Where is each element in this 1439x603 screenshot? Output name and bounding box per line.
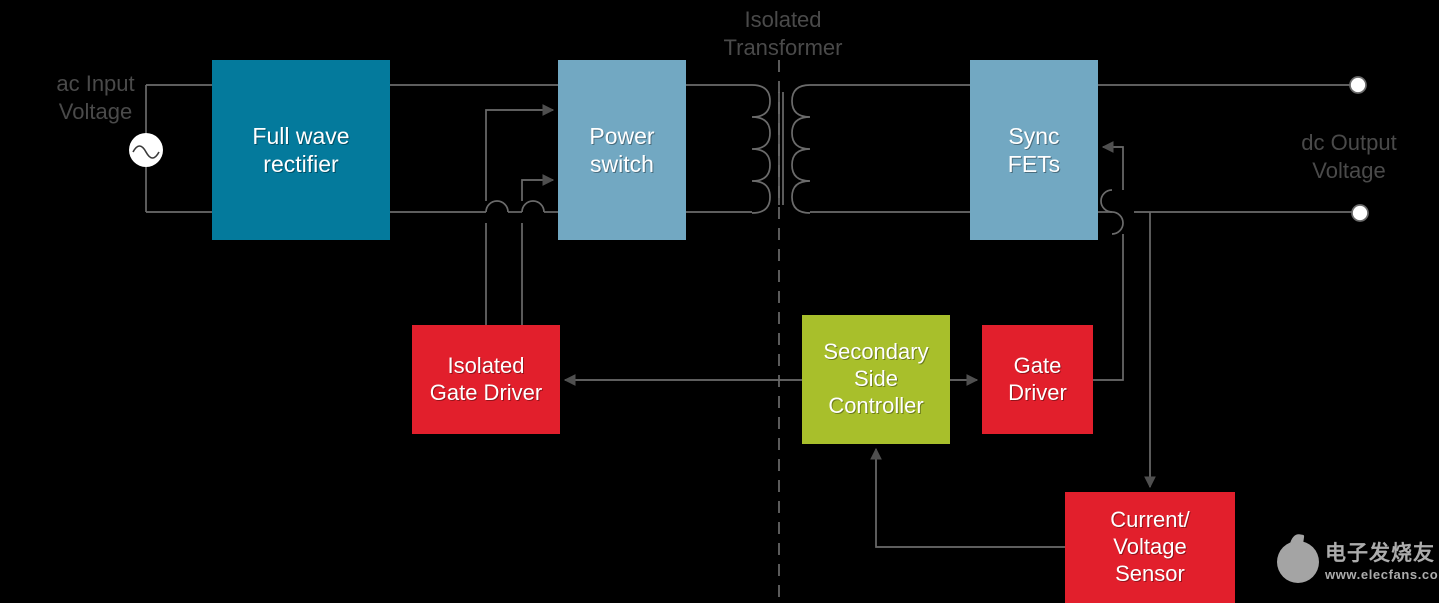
block-label-power-switch: Power switch: [589, 122, 655, 177]
wire-hop-486: [485, 200, 509, 213]
block-label-full-wave-rectifier: Full wave rectifier: [252, 122, 350, 177]
block-power-switch[interactable]: Power switch: [558, 60, 686, 240]
block-sync-fets[interactable]: Sync FETs: [970, 60, 1098, 240]
label-isolated-transformer: Isolated Transformer: [723, 7, 843, 61]
block-label-secondary-side-controller: Secondary Side Controller: [823, 339, 929, 418]
block-label-current-voltage-sensor: Current/Voltage Sensor: [1110, 507, 1190, 586]
block-label-gate-driver: Gate Driver: [1008, 352, 1067, 405]
block-isolated-gate-driver[interactable]: Isolated Gate Driver: [412, 325, 560, 434]
wire-hop-522: [521, 200, 545, 213]
label-dc-output-voltage: dc Output Voltage: [1301, 130, 1397, 184]
wire-sensor-to-controller: [870, 447, 1065, 548]
wire-gd-to-syncfets-low: [1093, 234, 1124, 381]
block-diagram-canvas: Full wave rectifier Power switch Sync FETs …: [0, 0, 1439, 603]
watermark-elecfans: 电子发烧友 www.elecfans.com: [1277, 531, 1439, 593]
wire-gd-to-syncfets-arrow: [1101, 141, 1124, 190]
label-ac-input-voltage: ac Input Voltage: [56, 71, 135, 125]
block-gate-driver[interactable]: Gate Driver: [982, 325, 1093, 434]
watermark-url: www.elecfans.com: [1325, 567, 1439, 582]
output-terminal-negative: [1351, 204, 1369, 222]
elecfans-flame-icon: [1277, 541, 1319, 583]
wire-igd-to-switch-2: [521, 174, 555, 201]
block-full-wave-rectifier[interactable]: Full wave rectifier: [212, 60, 390, 240]
watermark-brand-cn: 电子发烧友: [1325, 542, 1435, 565]
block-label-isolated-gate-driver: Isolated Gate Driver: [429, 352, 543, 405]
block-label-sync-fets: Sync FETs: [1007, 122, 1061, 177]
block-secondary-side-controller[interactable]: Secondary Side Controller: [802, 315, 950, 444]
wire-igd-to-switch-1: [485, 104, 555, 201]
transformer-secondary-coil: [791, 84, 811, 214]
block-current-voltage-sensor[interactable]: Current/Voltage Sensor: [1065, 492, 1235, 603]
transformer-primary-coil: [751, 84, 771, 214]
output-terminal-positive: [1349, 76, 1367, 94]
